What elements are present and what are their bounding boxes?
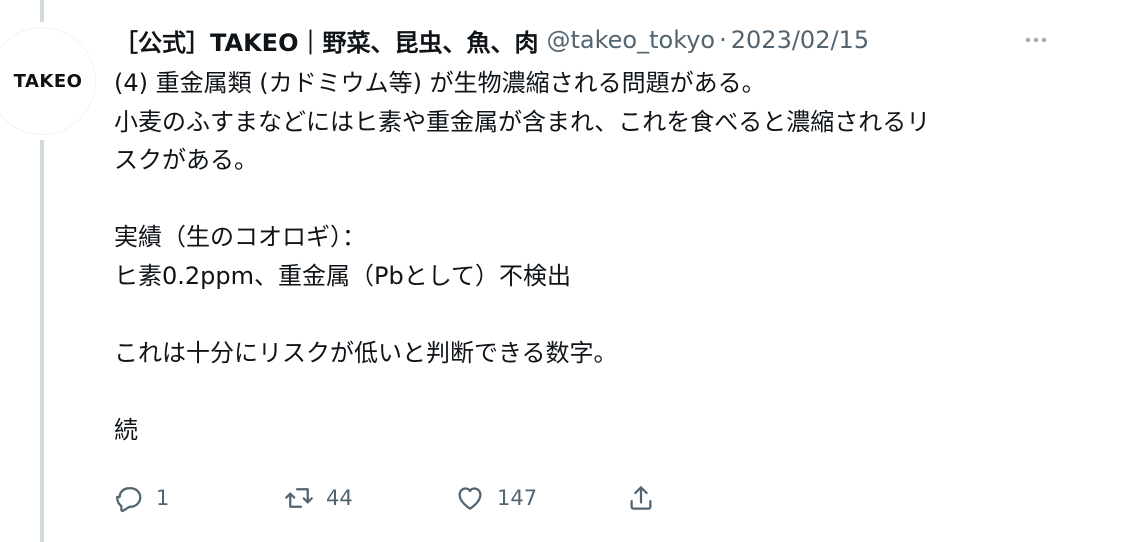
- like-count: 147: [497, 486, 538, 510]
- tweet-header: ［公式］TAKEO｜野菜、昆虫、魚、肉 @takeo_tokyo · 2023/…: [114, 22, 869, 58]
- separator-dot: ·: [719, 26, 727, 54]
- tweet-actions: 1 44 147: [114, 474, 714, 522]
- avatar-logo: TAKEO: [13, 70, 83, 92]
- tweet-line: 実績（生のコオロギ）：: [114, 223, 366, 251]
- share-icon: [630, 486, 652, 510]
- tweet-line: 小麦のふすまなどにはヒ素や重金属が含まれ、これを食べると濃縮されるリ: [114, 107, 931, 136]
- tweet-line: スクがある。: [114, 146, 258, 174]
- tweet-date[interactable]: 2023/02/15: [731, 26, 869, 54]
- tweet-line: 続: [114, 415, 138, 444]
- heart-icon: [458, 487, 482, 510]
- share-button[interactable]: [626, 474, 656, 522]
- more-button[interactable]: [1018, 26, 1054, 54]
- tweet-line: [114, 295, 1034, 334]
- reply-button[interactable]: 1: [114, 474, 169, 522]
- retweet-count: 44: [326, 486, 353, 510]
- tweet-line: [114, 180, 1034, 219]
- reply-count: 1: [156, 486, 170, 510]
- user-handle[interactable]: @takeo_tokyo: [546, 26, 715, 54]
- tweet-line: [114, 372, 1034, 411]
- reply-icon: [116, 487, 142, 513]
- tweet-line: これは十分にリスクが低いと判断できる数字。: [114, 338, 618, 367]
- thread-line-top: [40, 0, 44, 22]
- tweet-text: (4) 重金属類 (カドミウム等) が生物濃縮される問題がある。 小麦のふすまな…: [114, 64, 1034, 449]
- avatar[interactable]: TAKEO: [0, 27, 96, 135]
- like-button[interactable]: 147: [455, 474, 537, 522]
- display-name[interactable]: ［公式］TAKEO｜野菜、昆虫、魚、肉: [114, 23, 538, 58]
- retweet-icon: [285, 488, 313, 508]
- more-icon: [1025, 37, 1047, 43]
- tweet-line: ヒ素0.2ppm、重金属（Pbとして）不検出: [114, 261, 572, 290]
- thread-line: [40, 140, 44, 542]
- retweet-button[interactable]: 44: [284, 474, 353, 522]
- tweet-line: (4) 重金属類 (カドミウム等) が生物濃縮される問題がある。: [114, 69, 766, 97]
